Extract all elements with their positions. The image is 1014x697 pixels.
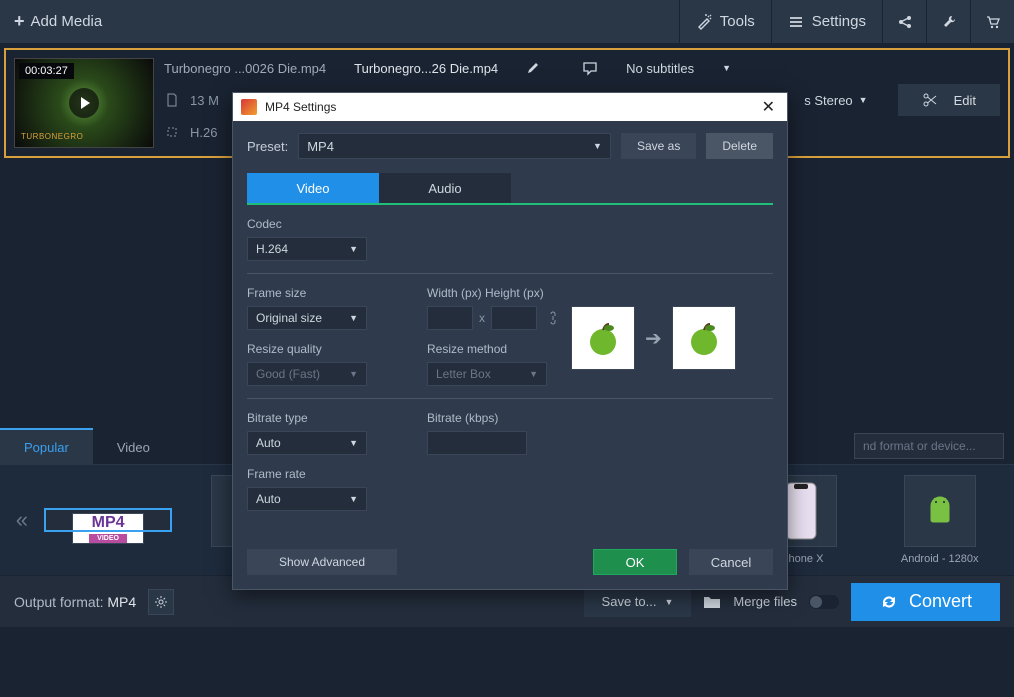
resize-preview: ➔ — [571, 306, 736, 370]
caret-down-icon: ▼ — [859, 95, 868, 105]
android-icon — [904, 475, 976, 547]
link-icon[interactable] — [547, 310, 559, 326]
frame-size-label: Frame size — [247, 286, 397, 300]
merge-label: Merge files — [733, 594, 797, 609]
menu-icon — [788, 14, 804, 30]
caret-down-icon: ▼ — [349, 494, 358, 504]
refresh-icon — [879, 592, 899, 612]
tab-popular[interactable]: Popular — [0, 428, 93, 464]
height-input[interactable] — [491, 306, 537, 330]
width-input[interactable] — [427, 306, 473, 330]
app-icon — [241, 99, 257, 115]
mp4-settings-dialog: MP4 Settings ✕ Preset: MP4 ▼ Save as Del… — [232, 92, 788, 590]
file-size: 13 M — [190, 93, 219, 108]
tools-button[interactable]: Tools — [679, 0, 771, 43]
resize-quality-label: Resize quality — [247, 342, 397, 356]
settings-button[interactable]: Settings — [771, 0, 882, 43]
bitrate-input[interactable] — [427, 431, 527, 455]
audio-select[interactable]: s Stereo — [804, 93, 852, 108]
play-button[interactable] — [69, 88, 99, 118]
cart-icon — [985, 14, 1001, 30]
resize-method-select[interactable]: Letter Box▼ — [427, 362, 547, 386]
subtitle-icon[interactable] — [582, 60, 598, 76]
mp4-icon: MP4VIDEO — [72, 513, 144, 544]
search-format-input[interactable]: nd format or device... — [854, 433, 1004, 459]
resize-method-label: Resize method — [427, 342, 559, 356]
crop-icon — [164, 124, 180, 140]
resize-quality-select[interactable]: Good (Fast)▼ — [247, 362, 367, 386]
preset-select[interactable]: MP4 ▼ — [298, 133, 611, 159]
bitrate-type-select[interactable]: Auto▼ — [247, 431, 367, 455]
caret-down-icon: ▼ — [664, 597, 673, 607]
cancel-button[interactable]: Cancel — [689, 549, 773, 575]
wand-icon — [696, 14, 712, 30]
video-tab[interactable]: Video — [247, 173, 379, 203]
format-card-mp4[interactable]: MP4VIDEO MP4 — [44, 508, 173, 532]
delete-button[interactable]: Delete — [706, 133, 773, 159]
format-card-android[interactable]: Android - 1280x — [875, 475, 1004, 565]
codec-info: H.26 — [190, 125, 217, 140]
folder-icon[interactable] — [703, 594, 721, 610]
convert-button[interactable]: Convert — [851, 583, 1000, 621]
cart-button[interactable] — [970, 0, 1014, 43]
frame-size-select[interactable]: Original size▼ — [247, 306, 367, 330]
thumb-caption: TURBONEGRO — [21, 132, 83, 141]
subtitles-select[interactable]: No subtitles — [626, 61, 694, 76]
caret-down-icon: ▼ — [349, 244, 358, 254]
plus-icon: + — [14, 11, 25, 32]
filename: Turbonegro ...0026 Die.mp4 — [164, 61, 326, 76]
play-icon — [79, 97, 90, 109]
caret-down-icon: ▼ — [593, 141, 602, 151]
width-height-label: Width (px) Height (px) — [427, 286, 773, 300]
duration-badge: 00:03:27 — [19, 63, 74, 79]
frame-rate-select[interactable]: Auto▼ — [247, 487, 367, 511]
caret-down-icon: ▼ — [722, 63, 731, 73]
wrench-button[interactable] — [926, 0, 970, 43]
tab-video[interactable]: Video — [93, 428, 174, 464]
codec-select[interactable]: H.264▼ — [247, 237, 367, 261]
bitrate-label: Bitrate (kbps) — [427, 411, 773, 425]
preview-before — [571, 306, 635, 370]
gear-icon — [154, 595, 168, 609]
bitrate-type-label: Bitrate type — [247, 411, 397, 425]
top-toolbar: + Add Media Tools Settings — [0, 0, 1014, 44]
add-media-button[interactable]: + Add Media — [0, 0, 116, 43]
output-format-label: Output format: MP4 — [14, 594, 136, 610]
save-to-button[interactable]: Save to... ▼ — [584, 587, 692, 617]
show-advanced-button[interactable]: Show Advanced — [247, 549, 397, 575]
rename-icon[interactable] — [526, 61, 540, 75]
output-settings-button[interactable] — [148, 589, 174, 615]
preset-label: Preset: — [247, 139, 288, 154]
file-icon — [164, 92, 180, 108]
edit-button[interactable]: Edit — [898, 84, 1000, 116]
audio-tab[interactable]: Audio — [379, 173, 511, 203]
dialog-title: MP4 Settings — [265, 100, 336, 114]
scissors-icon — [922, 92, 938, 108]
dialog-titlebar: MP4 Settings ✕ — [233, 93, 787, 121]
scroll-left-button[interactable]: « — [10, 490, 34, 550]
codec-label: Codec — [247, 217, 773, 231]
arrow-right-icon: ➔ — [645, 326, 662, 351]
preview-after — [672, 306, 736, 370]
close-button[interactable]: ✕ — [758, 97, 779, 117]
share-icon — [897, 14, 913, 30]
wrench-icon — [941, 14, 957, 30]
caret-down-icon: ▼ — [529, 369, 538, 379]
ok-button[interactable]: OK — [593, 549, 677, 575]
filename-active: Turbonegro...26 Die.mp4 — [354, 61, 498, 76]
share-button[interactable] — [882, 0, 926, 43]
caret-down-icon: ▼ — [349, 438, 358, 448]
caret-down-icon: ▼ — [349, 313, 358, 323]
merge-toggle[interactable] — [809, 595, 839, 609]
video-thumbnail[interactable]: 00:03:27 TURBONEGRO — [14, 58, 154, 148]
add-media-label: Add Media — [31, 13, 103, 30]
frame-rate-label: Frame rate — [247, 467, 397, 481]
save-as-button[interactable]: Save as — [621, 133, 696, 159]
caret-down-icon: ▼ — [349, 369, 358, 379]
